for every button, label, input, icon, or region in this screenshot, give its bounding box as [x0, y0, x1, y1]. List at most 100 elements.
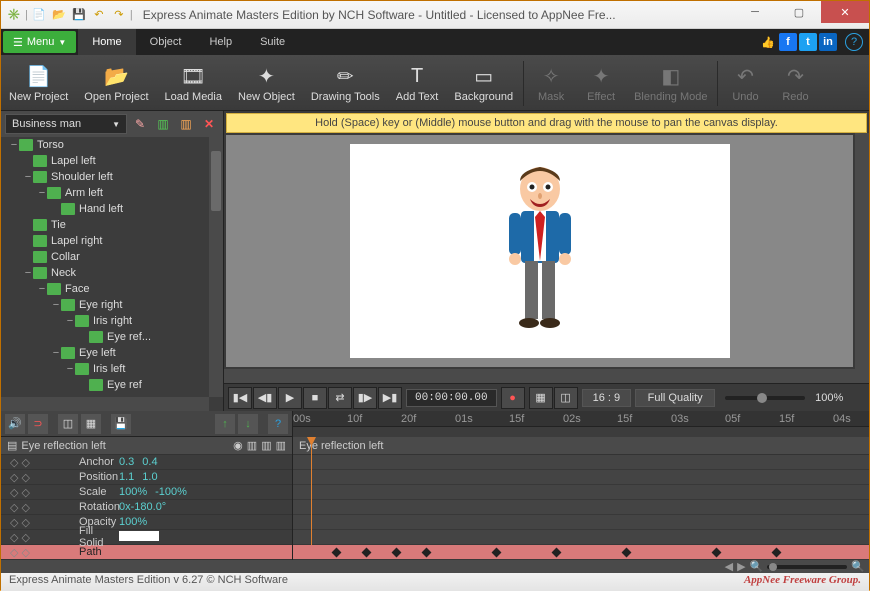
tool-background[interactable]: ▭Background [446, 57, 521, 110]
object-tree[interactable]: −TorsoLapel left−Shoulder left−Arm leftH… [1, 137, 223, 411]
tool-new-object[interactable]: ✦New Object [230, 57, 303, 110]
close-button[interactable]: ✕ [821, 1, 869, 23]
tree-scrollbar-vertical[interactable] [209, 137, 223, 397]
speaker-icon[interactable]: 🔊 [5, 414, 25, 434]
collapse-icon[interactable]: ▤ [7, 439, 17, 452]
maximize-button[interactable]: ▢ [777, 1, 821, 23]
add-object-icon[interactable]: ▥ [153, 114, 173, 134]
timeline-help-icon[interactable]: ? [268, 414, 288, 434]
tree-item[interactable]: −Face [1, 281, 223, 297]
aspect-ratio[interactable]: 16 : 9 [582, 389, 632, 407]
save-icon[interactable]: 💾 [111, 414, 131, 434]
tree-item[interactable]: Lapel left [1, 153, 223, 169]
property-row[interactable]: ◇ ◇Fill Solid [1, 530, 292, 545]
timeline-ruler[interactable]: 00s10f20f01s15f02s15f03s05f15f04s [293, 411, 869, 427]
tree-item[interactable]: Collar [1, 249, 223, 265]
tree-item[interactable]: −Neck [1, 265, 223, 281]
magnet-icon[interactable]: ⊃ [28, 414, 48, 434]
menu-suite[interactable]: Suite [246, 29, 299, 55]
tool-new-project[interactable]: 📄New Project [1, 57, 76, 110]
redo-icon[interactable]: ↷ [110, 6, 128, 24]
property-row[interactable]: ◇ ◇Anchor0.30.4 [1, 455, 292, 470]
property-row[interactable]: ◇ ◇Scale100%-100% [1, 485, 292, 500]
save-icon[interactable]: 💾 [70, 6, 88, 24]
tree-item[interactable]: Eye ref... [1, 329, 223, 345]
track-row[interactable] [293, 455, 869, 470]
keyframe[interactable] [622, 548, 632, 558]
keyframe[interactable] [772, 548, 782, 558]
tree-scrollbar-horizontal[interactable] [1, 397, 209, 411]
go-start-button[interactable]: ▮◀ [228, 387, 252, 409]
keyframe[interactable] [712, 548, 722, 558]
keyframe[interactable] [552, 548, 562, 558]
minimize-button[interactable]: ─ [733, 1, 777, 23]
prev-frame-button[interactable]: ◀▮ [253, 387, 277, 409]
twitter-icon[interactable]: t [799, 33, 817, 51]
menu-help[interactable]: Help [195, 29, 246, 55]
track-row[interactable] [293, 515, 869, 530]
keyframe[interactable] [362, 548, 372, 558]
canvas[interactable] [350, 144, 730, 358]
tree-item[interactable]: Lapel right [1, 233, 223, 249]
property-row[interactable]: ◇ ◇Rotation0x-180.0° [1, 500, 292, 515]
canvas-scrollbar-horizontal[interactable] [224, 369, 869, 383]
track-row[interactable] [293, 500, 869, 515]
go-end-button[interactable]: ▶▮ [378, 387, 402, 409]
keyframe[interactable] [492, 548, 502, 558]
linkedin-icon[interactable]: in [819, 33, 837, 51]
track-row[interactable] [293, 485, 869, 500]
record-button[interactable]: ● [501, 387, 525, 409]
property-row[interactable]: ◇ ◇Position1.11.0 [1, 470, 292, 485]
tree-item[interactable]: Eye ref [1, 377, 223, 393]
facebook-icon[interactable]: f [779, 33, 797, 51]
canvas-scrollbar-vertical[interactable] [855, 133, 869, 369]
scroll-left-icon[interactable]: ◀ [725, 560, 733, 573]
tree-item[interactable]: −Iris left [1, 361, 223, 377]
tree-item[interactable]: −Shoulder left [1, 169, 223, 185]
track-row[interactable] [293, 470, 869, 485]
menu-button[interactable]: ☰ Menu ▼ [3, 31, 76, 53]
visibility-icon[interactable]: ◉ [233, 439, 243, 452]
loop-button[interactable]: ⇄ [328, 387, 352, 409]
arrow-down-icon[interactable]: ↓ [238, 414, 258, 434]
arrow-up-icon[interactable]: ↑ [215, 414, 235, 434]
scroll-right-icon[interactable]: ▶ [737, 560, 745, 573]
timeline-zoom-slider[interactable] [767, 565, 847, 569]
tree-item[interactable]: −Iris right [1, 313, 223, 329]
delete-icon[interactable]: ✕ [199, 114, 219, 134]
tree-item[interactable]: −Arm left [1, 185, 223, 201]
undo-icon[interactable]: ↶ [90, 6, 108, 24]
lock-icon[interactable]: ▥ [247, 439, 257, 452]
tool-load-media[interactable]: 🎞Load Media [157, 57, 231, 110]
tool-add-text[interactable]: TAdd Text [388, 57, 447, 110]
object-combo[interactable]: Business man▼ [5, 114, 127, 134]
duplicate-icon[interactable]: ▥ [176, 114, 196, 134]
new-icon[interactable]: 📄 [30, 6, 48, 24]
menu-object[interactable]: Object [136, 29, 196, 55]
stop-button[interactable]: ■ [303, 387, 327, 409]
timecode[interactable]: 00:00:00.00 [406, 389, 497, 407]
thumbs-up-icon[interactable]: 👍 [759, 33, 777, 51]
track-header[interactable]: ▤ Eye reflection left ◉ ▥ ▥ ▥ [1, 437, 292, 455]
quality-select[interactable]: Full Quality [635, 389, 715, 407]
more-icon[interactable]: ▥ [276, 439, 286, 452]
help-icon[interactable]: ? [845, 33, 863, 51]
keyframe[interactable] [422, 548, 432, 558]
tree-item[interactable]: −Eye left [1, 345, 223, 361]
timeline-tracks[interactable]: Eye reflection left [293, 437, 869, 560]
tool-open-project[interactable]: 📂Open Project [76, 57, 156, 110]
keyframe[interactable] [392, 548, 402, 558]
grid-button[interactable]: ▦ [529, 387, 553, 409]
open-icon[interactable]: 📂 [50, 6, 68, 24]
zoom-out-icon[interactable]: 🔍 [750, 560, 764, 573]
track-row[interactable] [293, 530, 869, 545]
tl-tool-2[interactable]: ▦ [81, 414, 101, 434]
solo-icon[interactable]: ▥ [261, 439, 271, 452]
menu-home[interactable]: Home [78, 29, 135, 55]
canvas-viewport[interactable] [226, 135, 853, 367]
zoom-slider[interactable] [725, 396, 805, 400]
tree-item[interactable]: Hand left [1, 201, 223, 217]
tree-item[interactable]: Tie [1, 217, 223, 233]
keyframe[interactable] [332, 548, 342, 558]
playhead[interactable] [311, 437, 312, 560]
